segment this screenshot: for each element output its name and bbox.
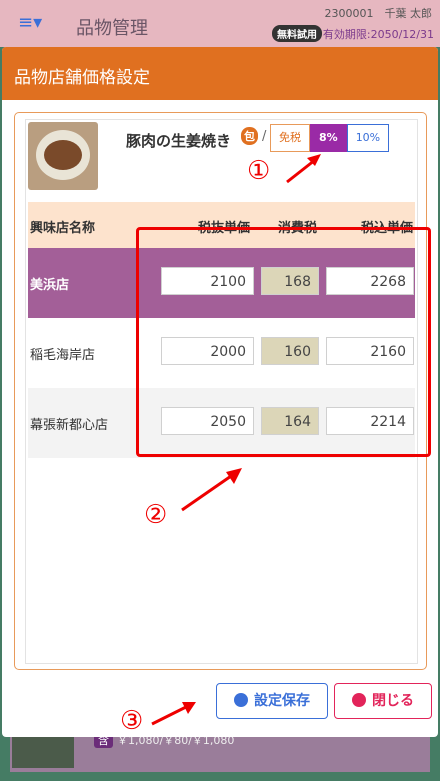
annotation-arrow-1 — [286, 154, 321, 184]
highlight-box — [136, 227, 431, 457]
annotation-1: ① — [247, 156, 271, 186]
store-name: 幕張新都心店 — [30, 418, 109, 433]
product-image — [28, 122, 98, 190]
close-button[interactable]: 閉じる — [334, 683, 432, 719]
annotation-arrow-3 — [151, 702, 196, 726]
pack-tag: 包 — [241, 127, 258, 145]
save-settings-button[interactable]: 設定保存 — [216, 683, 328, 719]
app-header: ≡▾ 品物管理 2300001 千葉 太郎 無料試用 有効期限:2050/12/… — [0, 0, 440, 47]
product-name: 豚肉の生姜焼き — [126, 132, 232, 150]
tax-10-button[interactable]: 10% — [346, 124, 390, 152]
expiry-date: 有効期限:2050/12/31 — [322, 28, 434, 41]
user-info: 2300001 千葉 太郎 — [324, 7, 433, 20]
column-store: 興味店名称 — [30, 221, 96, 236]
annotation-2: ② — [144, 500, 168, 530]
app-title: 品物管理 — [76, 18, 148, 39]
gear-icon — [234, 693, 248, 707]
menu-icon[interactable]: ≡▾ — [18, 12, 42, 33]
store-name: 稲毛海岸店 — [30, 348, 96, 363]
trial-badge: 無料試用 — [272, 25, 322, 42]
store-name: 美浜店 — [30, 278, 70, 293]
separator: / — [262, 129, 267, 144]
close-icon — [352, 693, 366, 707]
annotation-arrow-2 — [181, 468, 242, 512]
annotation-3: ③ — [120, 706, 144, 736]
modal-title: 品物店舗価格設定 — [14, 68, 150, 88]
modal-header: 品物店舗価格設定 — [2, 47, 438, 100]
